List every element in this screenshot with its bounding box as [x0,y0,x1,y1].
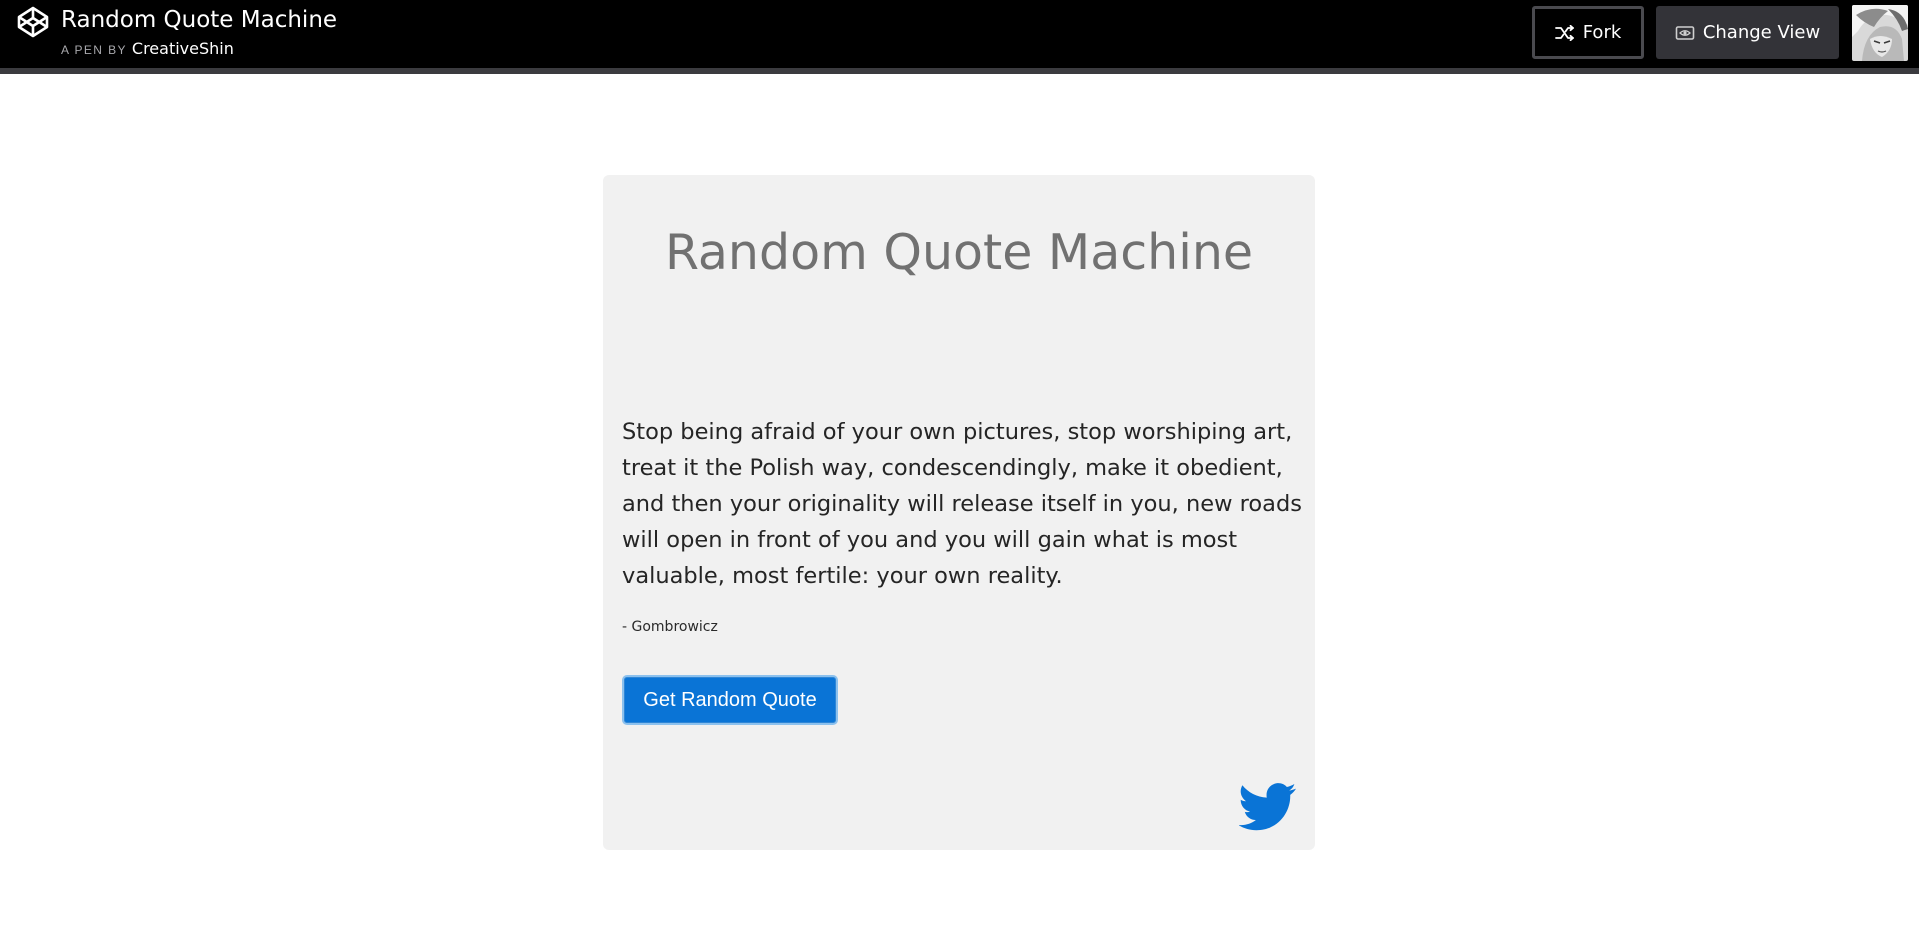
codepen-logo-icon[interactable] [16,5,50,39]
change-view-icon [1675,25,1695,41]
user-avatar[interactable] [1852,5,1908,61]
fork-label: Fork [1582,22,1622,43]
fork-button[interactable]: Fork [1532,6,1644,59]
quote-card: Random Quote Machine Stop being afraid o… [603,175,1315,850]
quote-text: Stop being afraid of your own pictures, … [622,419,1302,589]
card-title: Random Quote Machine [664,224,1254,281]
fork-icon [1554,24,1575,41]
change-view-label: Change View [1702,22,1821,43]
byline-prefix: A PEN BY [61,43,127,57]
tweet-quote-link[interactable] [1238,782,1297,832]
pen-author-link[interactable]: CreativeShin [132,39,234,58]
pen-title: Random Quote Machine [61,7,338,33]
pen-byline: A PEN BY CreativeShin [61,39,234,60]
codepen-header: Random Quote Machine A PEN BY CreativeShi… [0,0,1919,74]
change-view-button[interactable]: Change View [1656,6,1839,59]
get-random-quote-button[interactable]: Get Random Quote [622,675,838,725]
twitter-icon [1238,783,1297,836]
quote-author: - Gombrowicz [622,619,718,635]
